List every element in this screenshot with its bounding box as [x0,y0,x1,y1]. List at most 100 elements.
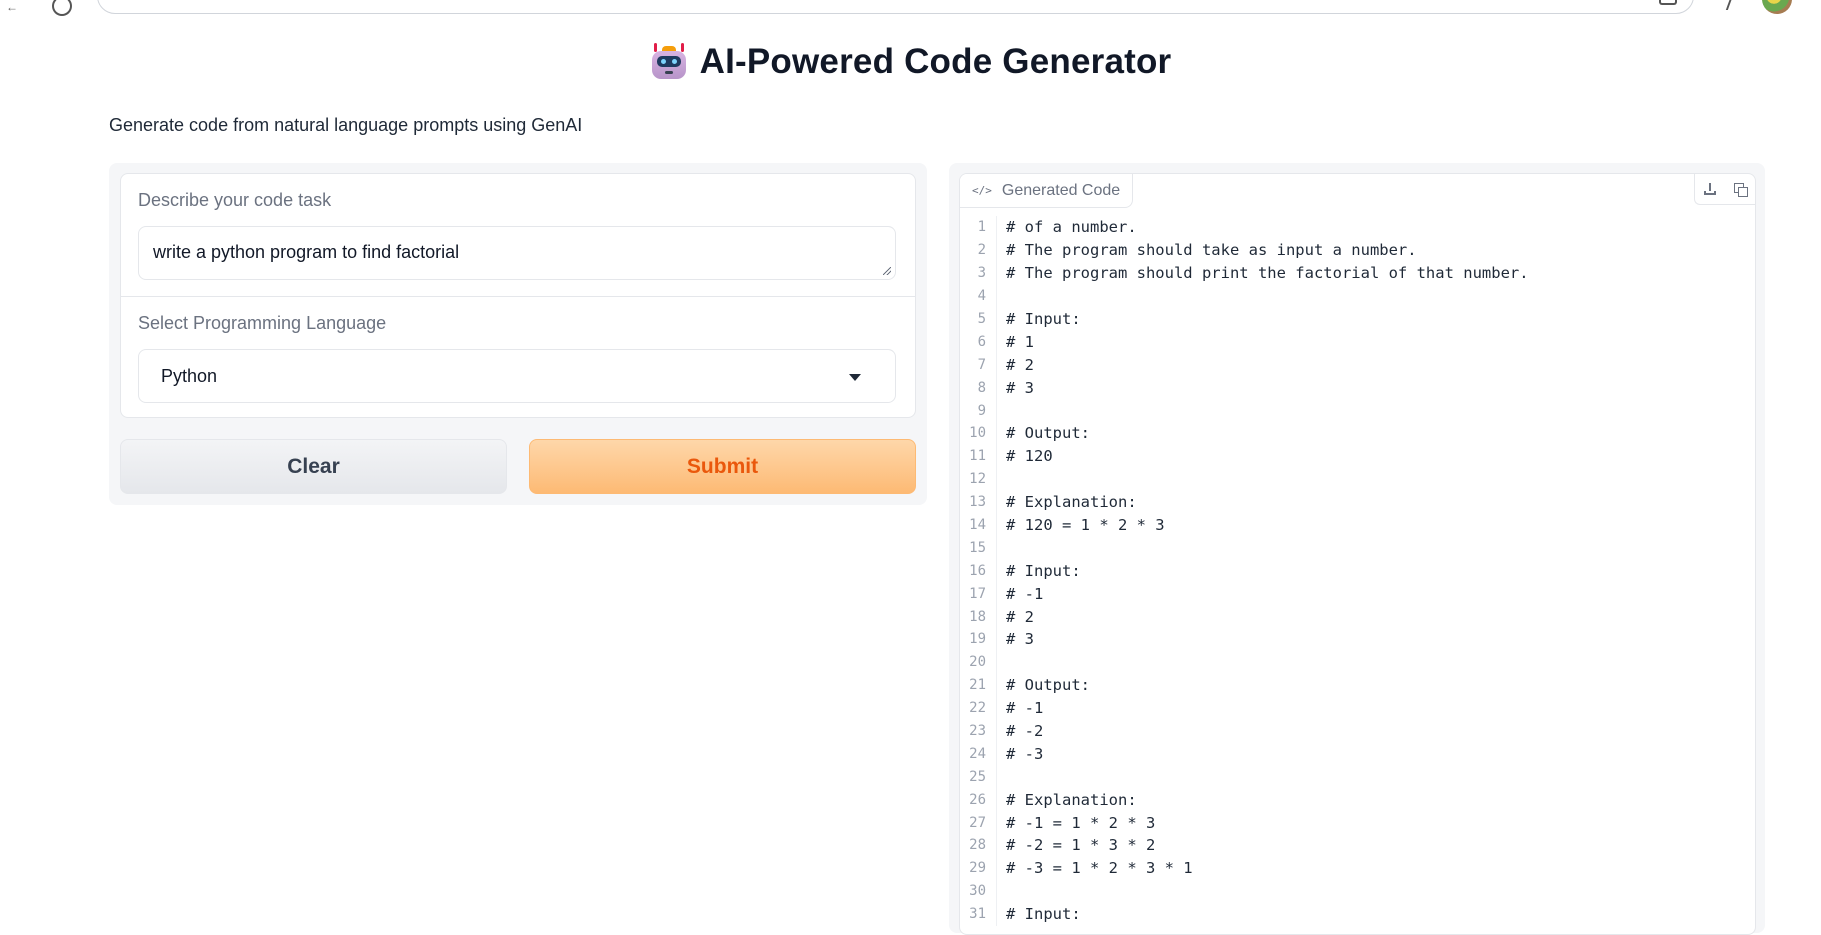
language-value: Python [161,366,218,386]
line-number: 24 [960,742,997,766]
extension-icon[interactable] [1715,0,1733,10]
line-number: 28 [960,834,997,857]
line-number: 7 [960,353,997,377]
code-text: # -1 [1006,699,1044,718]
code-line: 16 # Input: [960,559,1755,583]
language-dropdown[interactable]: Python [138,349,896,403]
line-number: 3 [960,261,997,285]
bookmark-star-icon[interactable] [1659,0,1677,5]
task-text: write a python program to find factorial [153,242,460,262]
title-text: AI-Powered Code Generator [699,42,1172,81]
code-text: # -2 = 1 * 3 * 2 [1006,836,1156,855]
code-editor[interactable]: 1 # of a number. 2 # The program should tak… [960,216,1755,926]
line-number: 1 [960,216,997,239]
code-text: # The program should print the factorial… [1006,264,1529,283]
chevron-down-icon[interactable] [849,374,861,381]
code-line: 12 [960,467,1755,491]
header: AI-Powered Code Generator [0,42,1821,86]
line-number: 21 [960,673,997,697]
line-number: 22 [960,696,997,720]
code-line: 27 # -1 = 1 * 2 * 3 [960,811,1755,835]
language-label: Select Programming Language [138,313,387,333]
line-number: 9 [960,399,997,423]
code-line: 7 # 2 [960,353,1755,377]
code-text: # of a number. [1006,218,1137,237]
code-text: # Input: [1006,310,1081,328]
divider [121,296,915,297]
back-icon[interactable]: ← [6,0,18,14]
code-line: 8 # 3 [960,376,1755,400]
output-panel: </> Generated Code 1 # of a number. 2 # The… [949,163,1765,935]
code-text: # Output: [1006,676,1090,695]
code-line: 5 # Input: [960,307,1755,331]
code-line: 24 # -3 [960,742,1755,766]
code-text: # Input: [1006,905,1081,924]
code-line: 22 # -1 [960,696,1755,720]
code-line: 25 [960,765,1755,789]
code-line: 28 # -2 = 1 * 3 * 2 [960,834,1755,857]
code-line: 15 [960,536,1755,560]
download-icon [1704,183,1716,195]
line-number: 8 [960,376,997,400]
reload-icon[interactable] [52,0,72,16]
line-number: 15 [960,536,997,560]
line-number: 17 [960,582,997,606]
code-line: 18 # 2 [960,605,1755,629]
code-text: # -2 [1006,722,1044,741]
address-bar[interactable] [97,0,1694,14]
code-tab: </> Generated Code [960,174,1134,208]
line-number: 26 [960,788,997,812]
line-number: 13 [960,490,997,514]
code-tab-label: Generated Code [1001,181,1121,199]
line-number: 29 [960,856,997,880]
code-line: 14 # 120 = 1 * 2 * 3 [960,513,1755,537]
page-title: AI-Powered Code Generator [650,42,1172,82]
code-line: 4 [960,284,1755,308]
code-text: # -3 [1006,744,1044,763]
code-text: # -3 = 1 * 2 * 3 * 1 [1006,859,1193,878]
code-text: # 3 [1006,378,1034,397]
code-line: 26 # Explanation: [960,788,1755,812]
line-number: 5 [960,307,997,331]
code-line: 13 # Explanation: [960,490,1755,514]
input-form: Describe your code task write a python p… [120,173,916,418]
line-number: 11 [960,444,997,468]
line-number: 19 [960,628,997,651]
line-number: 16 [960,559,997,583]
code-line: 9 [960,399,1755,423]
code-toolbar [1694,174,1755,205]
code-line: 10 # Output: [960,422,1755,445]
download-button[interactable] [1695,174,1725,204]
code-line: 6 # 1 [960,330,1755,354]
code-line: 11 # 120 [960,444,1755,468]
line-number: 25 [960,765,997,789]
code-line: 31 # Input: [960,902,1755,926]
line-number: 20 [960,650,997,674]
line-number: 12 [960,467,997,491]
code-text: # -1 [1006,584,1044,603]
submit-button[interactable]: Submit [529,439,916,494]
line-number: 30 [960,879,997,903]
profile-avatar[interactable] [1762,0,1792,14]
code-text: # Explanation: [1006,493,1137,512]
code-text: # Explanation: [1006,790,1137,809]
line-number: 23 [960,719,997,743]
line-number: 27 [960,811,997,835]
task-textarea[interactable]: write a python program to find factorial [138,226,896,280]
page-subtitle: Generate code from natural language prom… [109,115,583,135]
line-number: 18 [960,605,997,629]
robot-icon [650,43,688,81]
task-label: Describe your code task [138,190,332,210]
resize-handle-icon[interactable] [883,267,891,275]
code-line: 19 # 3 [960,628,1755,651]
copy-icon [1733,182,1748,197]
code-line: 29 # -3 = 1 * 2 * 3 * 1 [960,856,1755,880]
code-text: # -1 = 1 * 2 * 3 [1006,813,1156,832]
clear-button[interactable]: Clear [120,439,507,494]
code-icon: </> [972,184,992,197]
code-line: 3 # The program should print the factoria… [960,261,1755,285]
line-number: 31 [960,902,997,926]
copy-button[interactable] [1725,174,1755,204]
code-text: # 2 [1006,607,1034,626]
code-text: # 120 = 1 * 2 * 3 [1006,516,1165,535]
